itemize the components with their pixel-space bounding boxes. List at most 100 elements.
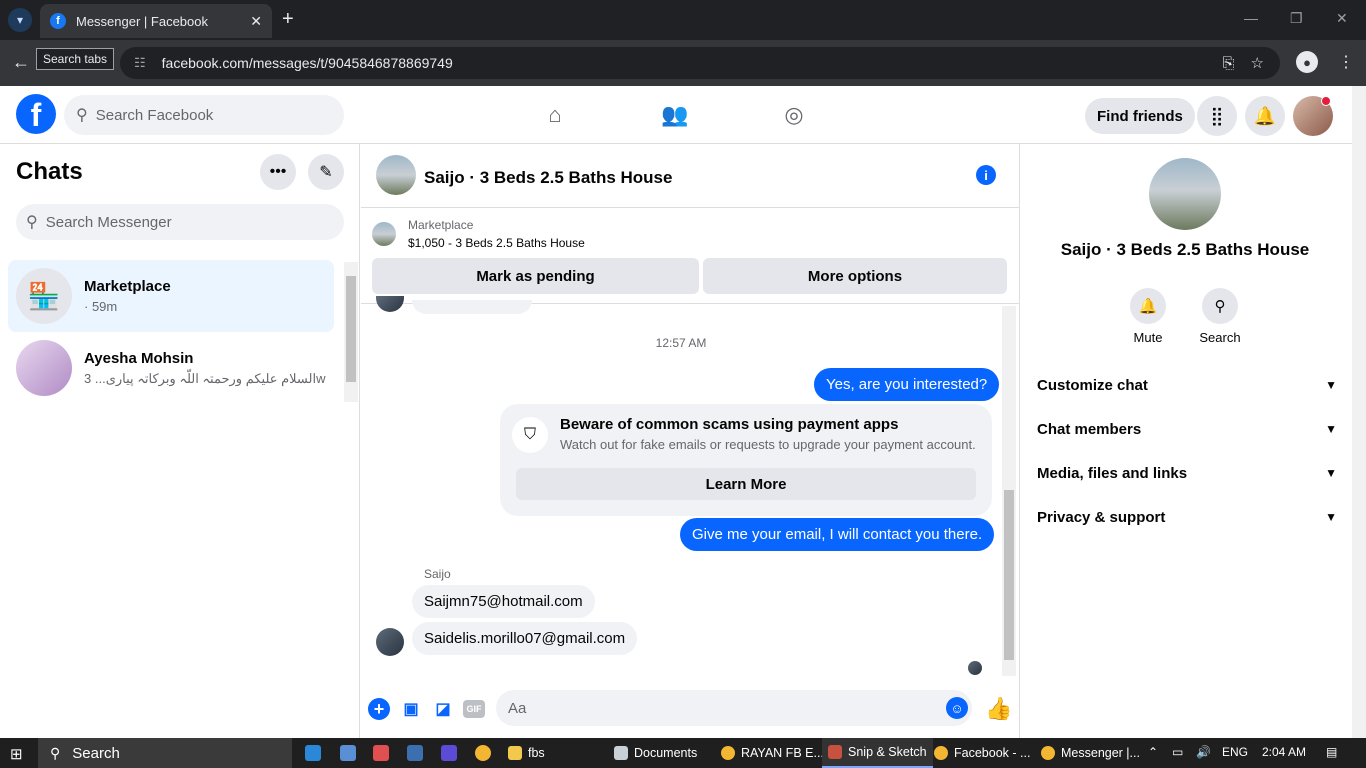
gif-icon[interactable]: GIF	[463, 700, 485, 718]
find-friends-button[interactable]: Find friends	[1085, 98, 1195, 134]
profile-avatar[interactable]	[1149, 158, 1221, 230]
scrollbar-thumb[interactable]	[346, 276, 356, 382]
conversation-scrollbar[interactable]	[1002, 306, 1016, 676]
scam-warning-card: ⛉ Beware of common scams using payment a…	[500, 404, 992, 516]
photo-icon[interactable]: ▣	[400, 698, 422, 720]
bookmark-star-icon[interactable]: ☆	[1251, 54, 1264, 72]
taskbar-app-messenger[interactable]: Messenger |...	[1041, 738, 1140, 768]
photos-icon[interactable]	[407, 745, 423, 761]
incoming-message[interactable]: Saijmn75@hotmail.com	[412, 585, 595, 618]
notifications-bell-icon[interactable]: 🔔	[1245, 96, 1285, 136]
taskbar-app-fbs[interactable]: fbs	[508, 738, 545, 768]
clock[interactable]: 2:04 AM	[1262, 745, 1306, 759]
snip-icon	[828, 745, 842, 759]
listing-price[interactable]: $1,050 - 3 Beds 2.5 Baths House	[408, 236, 585, 250]
taskbar-search[interactable]: ⚲ Search	[38, 738, 292, 768]
section-label: Chat members	[1037, 420, 1142, 438]
back-arrow-icon[interactable]: ←	[12, 52, 30, 73]
customize-chat-section[interactable]: Customize chat ▼	[1037, 370, 1337, 400]
privacy-support-section[interactable]: Privacy & support ▼	[1037, 502, 1337, 532]
chat-preview: · 59m	[84, 299, 118, 314]
taskbar-app-documents[interactable]: Documents	[614, 738, 697, 768]
facebook-favicon-icon: f	[50, 13, 66, 29]
page-scrollbar[interactable]	[1352, 86, 1366, 738]
chat-name: Marketplace	[84, 278, 171, 295]
mute-action[interactable]: 🔔 Mute	[1118, 288, 1178, 345]
sender-avatar[interactable]	[376, 628, 404, 656]
scam-warning-text: Watch out for fake emails or requests to…	[560, 437, 976, 452]
info-icon[interactable]: i	[976, 165, 996, 185]
site-settings-icon[interactable]: ☷	[134, 55, 146, 71]
taskbar-app-facebook[interactable]: Facebook - ...	[934, 738, 1030, 768]
home-icon[interactable]: ⌂	[542, 102, 568, 128]
browser-profile-icon[interactable]: ●	[1296, 51, 1318, 73]
message-input[interactable]: Aa	[496, 690, 972, 726]
thumbs-up-icon[interactable]: 👍	[985, 696, 1012, 722]
taskbar-app-rayan[interactable]: RAYAN FB E...	[721, 738, 824, 768]
message-bubble	[412, 300, 532, 314]
new-message-icon[interactable]: ✎	[308, 154, 344, 190]
chat-item-marketplace[interactable]: 🏪 Marketplace · 59m	[8, 260, 334, 332]
facebook-logo-icon[interactable]: f	[16, 94, 56, 134]
search-action[interactable]: ⚲ Search	[1190, 288, 1250, 345]
install-app-icon[interactable]: ⎘	[1223, 55, 1235, 72]
conversation-title[interactable]: Saijo · 3 Beds 2.5 Baths House	[424, 168, 672, 188]
chat-item-ayesha[interactable]: Ayesha Mohsin السلام عليكم ورحمتہ اللّہ …	[8, 332, 334, 404]
new-tab-button[interactable]: +	[282, 8, 294, 31]
friends-icon[interactable]: 👥	[661, 102, 688, 128]
sticker-icon[interactable]: ◪	[432, 698, 454, 720]
messenger-search-input[interactable]: ⚲ Search Messenger	[16, 204, 344, 240]
conversation-details-panel: Saijo · 3 Beds 2.5 Baths House 🔔 Mute ⚲ …	[1019, 144, 1352, 738]
minimize-icon[interactable]: —	[1244, 10, 1258, 26]
scrollbar-thumb[interactable]	[1004, 490, 1014, 660]
browser-tabbar: ▾ f Messenger | Facebook ✕ + — ❐ ✕	[0, 0, 1366, 40]
search-icon: ⚲	[76, 107, 88, 124]
battery-icon[interactable]: ▭	[1172, 745, 1183, 759]
conversation-avatar[interactable]	[376, 155, 416, 195]
app-icon[interactable]	[373, 745, 389, 761]
media-player-icon[interactable]	[441, 745, 457, 761]
groups-icon[interactable]: ◎	[781, 102, 807, 128]
address-bar[interactable]: ☷ facebook.com/messages/t/90458468788697…	[120, 47, 1280, 79]
bell-icon[interactable]: 🔔	[1130, 288, 1166, 324]
read-receipt-avatar	[968, 661, 982, 675]
listing-thumbnail[interactable]	[372, 222, 396, 246]
outgoing-message[interactable]: Yes, are you interested?	[814, 368, 1000, 401]
restore-icon[interactable]: ❐	[1290, 10, 1303, 27]
taskbar-search-label: Search	[72, 744, 120, 762]
outgoing-message[interactable]: Give me your email, I will contact you t…	[680, 518, 995, 551]
edge-icon[interactable]	[305, 745, 321, 761]
browser-menu-icon[interactable]: ⋮	[1338, 52, 1354, 72]
search-label: Search	[1199, 330, 1241, 345]
tab-search-button[interactable]: ▾	[8, 8, 32, 32]
store-icon[interactable]	[340, 745, 356, 761]
chat-preview: السلام عليكم ورحمتہ اللّہ وبرکاتہ پیاری.…	[84, 370, 326, 386]
chat-members-section[interactable]: Chat members ▼	[1037, 414, 1337, 444]
media-files-section[interactable]: Media, files and links ▼	[1037, 458, 1337, 488]
notification-center-icon[interactable]: ▤	[1326, 745, 1337, 759]
incoming-message[interactable]: Saidelis.morillo07@gmail.com	[412, 622, 638, 655]
learn-more-button[interactable]: Learn More	[516, 468, 976, 500]
menu-grid-icon[interactable]: ⣿	[1197, 96, 1237, 136]
message-input-placeholder: Aa	[508, 699, 527, 717]
url-text: facebook.com/messages/t/9045846878869749	[161, 55, 453, 71]
chrome-icon[interactable]	[475, 745, 491, 761]
windows-start-icon[interactable]: ⊞	[10, 745, 23, 763]
emoji-icon[interactable]: ☺	[946, 697, 968, 719]
more-options-button[interactable]: More options	[703, 258, 1007, 294]
close-tab-icon[interactable]: ✕	[250, 13, 262, 30]
tray-chevron-up-icon[interactable]: ⌃	[1148, 745, 1158, 759]
volume-icon[interactable]: 🔊	[1196, 745, 1211, 759]
browser-tab[interactable]: f Messenger | Facebook ✕	[40, 4, 272, 38]
more-options-icon[interactable]: •••	[260, 154, 296, 190]
message-timestamp: 12:57 AM	[655, 336, 707, 350]
mark-as-pending-button[interactable]: Mark as pending	[372, 258, 699, 294]
add-attachment-icon[interactable]: +	[368, 698, 390, 720]
language-indicator[interactable]: ENG	[1222, 745, 1248, 759]
notification-dot	[1321, 96, 1331, 106]
close-window-icon[interactable]: ✕	[1336, 10, 1348, 27]
chats-scrollbar[interactable]	[344, 262, 358, 402]
facebook-search-input[interactable]: ⚲ Search Facebook	[64, 95, 344, 135]
taskbar-app-snip[interactable]: Snip & Sketch	[822, 738, 933, 768]
search-icon[interactable]: ⚲	[1202, 288, 1238, 324]
